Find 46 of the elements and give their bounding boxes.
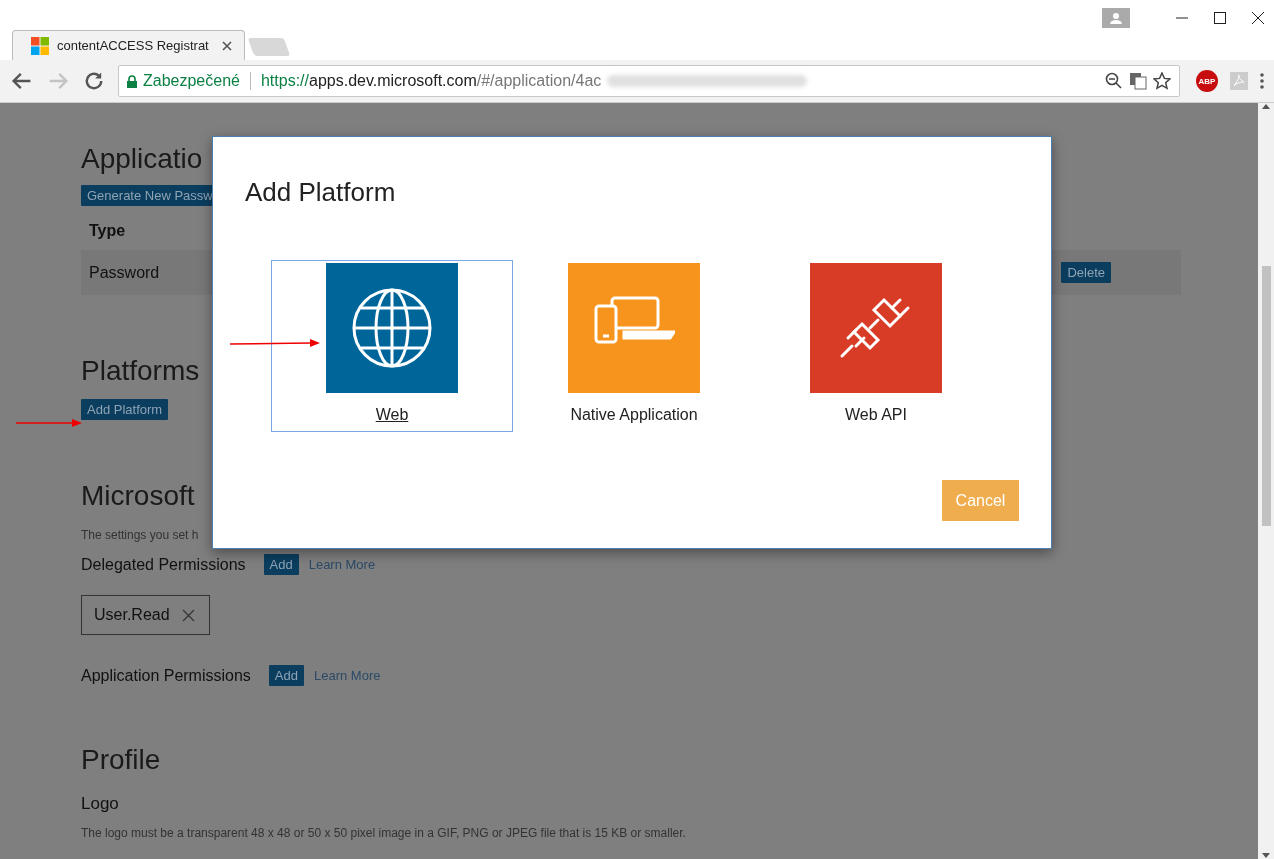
windows-logo-icon [31, 36, 49, 55]
learn-more-link[interactable]: Learn More [314, 668, 381, 683]
tab-title: contentACCESS Registrat [57, 38, 210, 53]
security-label: Zabezpečené [143, 72, 240, 90]
field-label: Logo [81, 794, 119, 814]
platform-tile[interactable]: Web API [755, 260, 997, 432]
close-icon[interactable] [1252, 12, 1264, 24]
delete-button[interactable]: Delete [1061, 262, 1111, 283]
table-cell: Password [89, 263, 160, 282]
permission-label: Application Permissions [81, 666, 251, 685]
lock-icon [127, 74, 137, 88]
add-button[interactable]: Add [268, 665, 304, 686]
hint-text: The logo must be a transparent 48 x 48 or 50 x 50 pixel image in a GIF, PNG or JPEG file that is 15 KB or smaller. [81, 826, 686, 840]
star-icon[interactable] [1153, 72, 1171, 90]
platform-tile[interactable]: Native Application [513, 260, 755, 432]
dialog-title: Add Platform [245, 177, 396, 208]
section-heading: Platforms [81, 355, 200, 387]
translate-icon[interactable] [1129, 72, 1147, 90]
permission-label: Delegated Permissions [81, 555, 246, 574]
scrollbar-thumb[interactable] [1261, 266, 1271, 526]
plug-icon [840, 297, 910, 358]
scrollbar[interactable] [1258, 103, 1274, 859]
description-text: The settings you set h [81, 528, 199, 542]
section-heading: Applicatio [81, 143, 203, 175]
annotation-arrow [16, 418, 82, 428]
close-icon[interactable] [222, 40, 232, 51]
remove-icon[interactable] [181, 608, 195, 622]
devices-icon [594, 296, 675, 344]
menu-icon[interactable] [1260, 73, 1264, 89]
platform-tile[interactable]: Web [271, 260, 513, 432]
add-platform-button[interactable]: Add Platform [81, 399, 169, 420]
scroll-down-icon[interactable] [1262, 853, 1270, 859]
section-heading: Profile [81, 744, 161, 776]
permission-tag: User.Read [81, 595, 210, 635]
column-header: Type [89, 222, 126, 240]
url-text: https://apps.dev.microsoft.com/#/application/4ac [260, 72, 602, 90]
zoom-out-icon[interactable] [1105, 72, 1123, 90]
adblock-icon[interactable]: ABP [1196, 70, 1218, 92]
globe-icon [352, 288, 432, 368]
section-heading: Microsoft [81, 480, 195, 512]
browser-tab[interactable]: contentACCESS Registrat [12, 30, 245, 60]
maximize-icon[interactable] [1214, 12, 1226, 24]
address-bar[interactable]: Zabezpečené https://apps.dev.microsoft.com/#/application/4ac [118, 65, 1180, 97]
person-icon [1110, 12, 1122, 24]
learn-more-link[interactable]: Learn More [308, 557, 376, 572]
add-button[interactable]: Add [263, 554, 299, 575]
